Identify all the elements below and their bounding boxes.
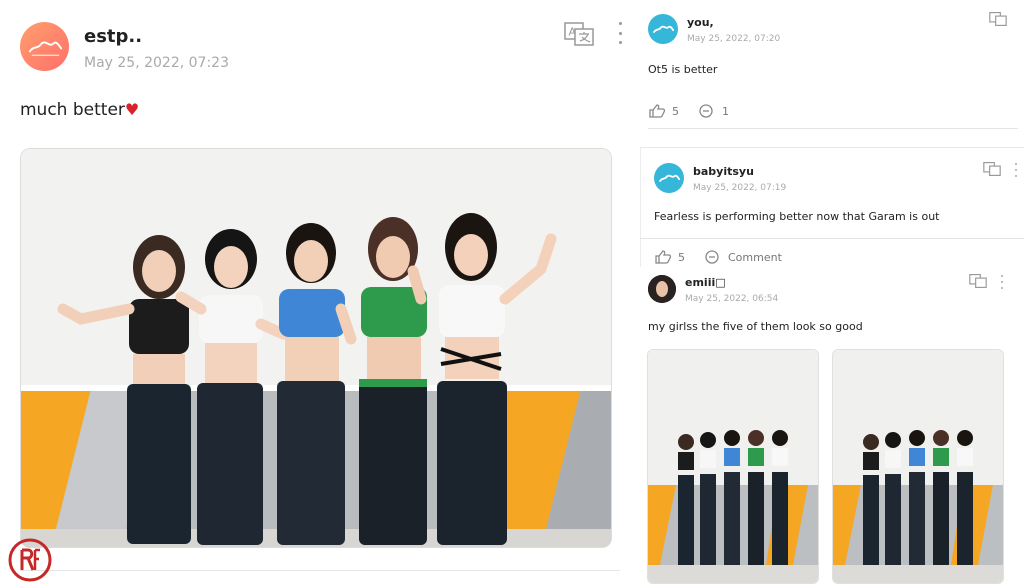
- comment-timestamp: May 25, 2022, 07:20: [687, 34, 781, 44]
- comment-text: my girlss the five of them look so good: [648, 320, 863, 333]
- comment-text: Ot5 is better: [648, 63, 718, 76]
- post-author-name[interactable]: estp..: [84, 26, 142, 47]
- avatar-wave-icon: [653, 25, 675, 33]
- comment-avatar[interactable]: [654, 163, 684, 193]
- main-post: estp.. May 25, 2022, 07:23 A much better…: [0, 0, 636, 588]
- reply-count: 1: [722, 104, 729, 118]
- post-text: much better♥: [20, 100, 139, 120]
- comment-timestamp: May 25, 2022, 07:19: [693, 183, 787, 193]
- thumbs-up-icon: [649, 104, 666, 118]
- comment-photo[interactable]: [647, 349, 819, 584]
- avatar-wave-icon: [659, 174, 681, 182]
- group-photo-thumbnail: [648, 350, 818, 583]
- comment-divider: [648, 128, 1018, 129]
- comment-photo[interactable]: [832, 349, 1004, 584]
- post-timestamp: May 25, 2022, 07:23: [84, 55, 229, 71]
- screenshot-root: estp.. May 25, 2022, 07:23 A much better…: [0, 0, 1024, 588]
- like-button[interactable]: 5: [648, 104, 679, 118]
- translate-icon[interactable]: A: [564, 22, 594, 46]
- post-divider: [20, 570, 620, 571]
- comment-bubble-icon: [705, 250, 719, 264]
- comment-author[interactable]: babyitsyu: [693, 165, 754, 178]
- comment-avatar[interactable]: [648, 275, 676, 303]
- group-photo-image: [21, 149, 611, 547]
- more-vertical-icon[interactable]: [1015, 163, 1017, 177]
- watermark-logo-icon: [8, 538, 52, 582]
- avatar-photo-icon: [648, 275, 676, 303]
- comment-divider: [640, 238, 1024, 239]
- heart-emoji: ♥: [124, 100, 140, 119]
- author-avatar[interactable]: [20, 22, 69, 71]
- comment-author[interactable]: you,: [687, 16, 714, 29]
- like-button[interactable]: 5: [654, 250, 685, 264]
- comment-button[interactable]: Comment: [704, 250, 782, 264]
- comments-panel: you, May 25, 2022, 07:20 Ot5 is better 5…: [636, 0, 1024, 588]
- comment-button-label: Comment: [728, 250, 782, 264]
- reply-button[interactable]: 1: [698, 104, 729, 118]
- translate-icon[interactable]: [988, 12, 1008, 26]
- translate-icon[interactable]: [982, 162, 1002, 176]
- more-vertical-icon[interactable]: [1001, 275, 1003, 289]
- comment-timestamp: May 25, 2022, 06:54: [685, 294, 779, 304]
- comment-text: Fearless is performing better now that G…: [654, 210, 940, 223]
- group-photo-thumbnail: [833, 350, 1003, 583]
- comment-avatar[interactable]: [648, 14, 678, 44]
- post-text-content: much better: [20, 100, 125, 120]
- comment-bubble-icon: [699, 104, 713, 118]
- avatar-wave-icon: [28, 41, 63, 57]
- post-photo[interactable]: [20, 148, 612, 548]
- like-count: 5: [672, 104, 679, 118]
- thumbs-up-icon: [655, 250, 672, 264]
- comment-author[interactable]: emiii□: [685, 276, 726, 289]
- more-vertical-icon[interactable]: [619, 22, 622, 44]
- like-count: 5: [678, 250, 685, 264]
- translate-icon[interactable]: [968, 274, 988, 288]
